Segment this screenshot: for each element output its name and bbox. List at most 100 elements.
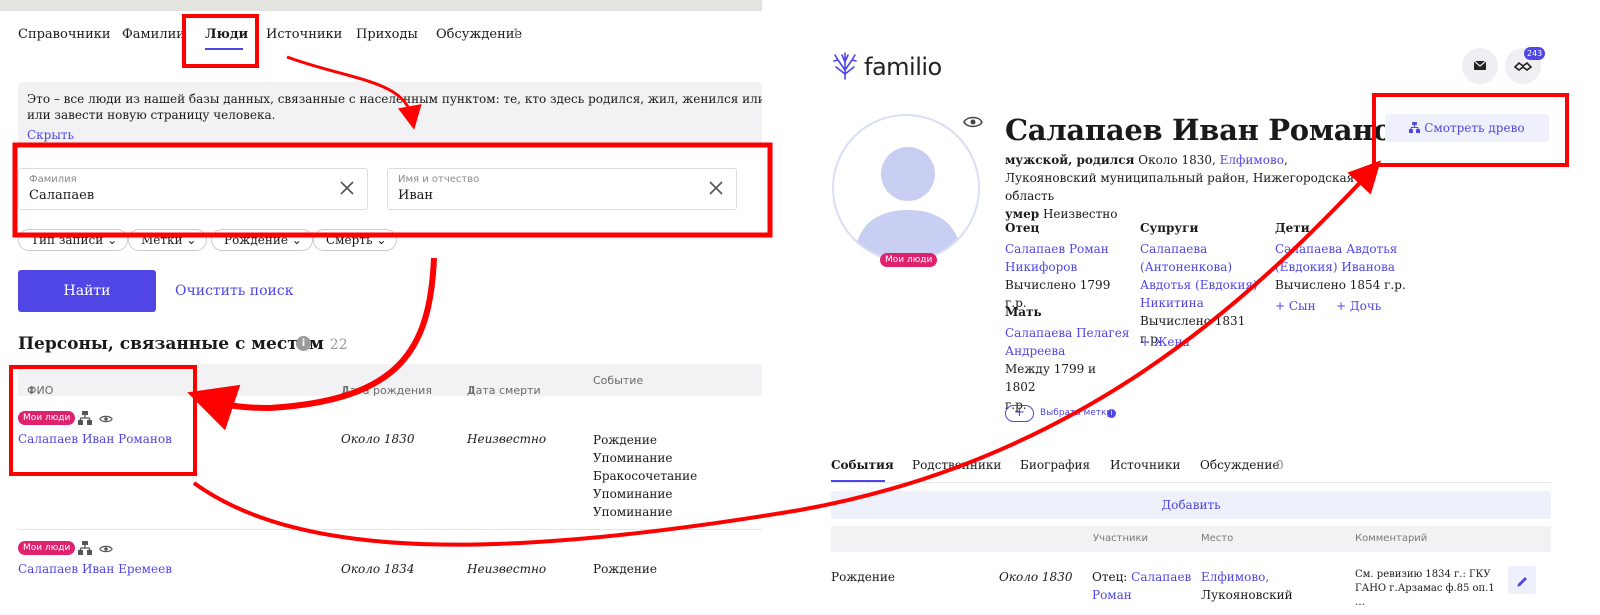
info-box: Это – все люди из нашей базы данных, свя… [18,82,762,144]
add-son-link[interactable]: + Сын [1275,299,1316,313]
person-link[interactable]: Салапаев Иван Романов [18,432,172,446]
notification-count: 243 [1524,47,1546,60]
event-item: Упоминание [593,451,673,465]
filter-birth[interactable]: Рождение ⌄ [211,229,313,251]
mother-block: Салапаева Пелагея Андреева Между 1799 и … [1005,324,1130,414]
edit-event-button[interactable] [1508,566,1536,594]
info-icon[interactable]: i [296,336,311,351]
tab-discussion[interactable]: Обсуждение [1200,458,1279,472]
tree-icon[interactable] [78,541,92,555]
person-profile-panel: familio 243 Мои люди Салапаев Иван Роман… [762,0,1600,615]
event-participants: Отец: Салапаев Роман [1092,568,1191,604]
filter-death[interactable]: Смерть ⌄ [313,229,398,251]
participant-link[interactable]: Салапаев [1131,570,1191,584]
my-people-badge: Мои люди [18,541,76,555]
tab-surnames[interactable]: Фамилии [122,27,185,42]
given-name-label: Имя и отчество [398,174,480,185]
children-heading: Дети [1275,221,1310,235]
familio-logo-icon [833,52,857,80]
spouse-link-line4[interactable]: Никитина [1140,294,1270,312]
active-tab-indicator [205,48,243,50]
father-link[interactable]: Салапаев Роман [1005,240,1135,258]
eye-icon[interactable] [99,412,113,426]
active-tab-indicator [831,480,885,482]
add-wife-link[interactable]: + Жена [1140,335,1190,349]
find-button[interactable]: Найти [18,270,156,312]
child-link[interactable]: Салапаева Авдотья [1275,240,1415,258]
person-name: Салапаев Иван Романов [1005,113,1413,147]
event-place-link[interactable]: Елфимово, [1201,570,1269,584]
father-heading: Отец [1005,221,1040,235]
tab-directories[interactable]: Справочники [18,27,111,42]
mail-button[interactable] [1462,48,1498,84]
section-title-text: Персоны, связанные с местом [18,334,324,354]
tab-people[interactable]: Люди [205,27,248,42]
death-date: Неизвестно [467,562,547,576]
tab-relatives[interactable]: Родственники [912,458,1001,472]
col-place: Место [1201,533,1234,544]
hide-link[interactable]: Скрыть [27,128,74,142]
tab-sources[interactable]: Источники [1110,458,1180,472]
add-tag-button[interactable]: + [1005,405,1034,422]
spouse-link[interactable]: Салапаева [1140,240,1270,258]
clear-search-link[interactable]: Очистить поиск [175,283,293,299]
add-event-button[interactable]: Добавить [831,491,1551,519]
event-comment: См. ревизию 1834 г.: ГКУ ГАНО г.Арзамас … [1355,568,1495,610]
tab-events[interactable]: События [831,458,894,472]
info-icon[interactable]: i [1107,409,1116,418]
person-link[interactable]: Салапаев Иван Еремеев [18,562,172,576]
comment-line-2: ГАНО г.Арзамас ф.85 оп.1 [1355,583,1495,594]
spouse-link-line2[interactable]: (Антоненкова) [1140,258,1270,276]
given-name-field[interactable]: Имя и отчество Иван [387,168,737,210]
clear-given-name-icon[interactable] [708,180,724,196]
eye-icon[interactable] [963,115,983,129]
spouse-link-line3[interactable]: Авдотья (Евдокия) [1140,276,1270,294]
section-count: 22 [329,337,348,353]
birth-date: Около 1830 [341,432,415,446]
info-text: Это – все люди из нашей базы данных, свя… [27,91,762,123]
events-table-header: Участники Место Комментарий [831,526,1551,552]
participant-link-line2[interactable]: Роман [1092,588,1132,602]
mother-link-line2[interactable]: Андреева [1005,342,1130,360]
tab-discussion[interactable]: Обсуждение [436,27,522,42]
surname-label: Фамилия [29,174,77,185]
filter-death-label: Смерть [326,233,373,247]
pencil-icon [1517,577,1527,587]
tree-icon [1409,122,1421,133]
clear-surname-icon[interactable] [339,180,355,196]
father-link-line2[interactable]: Никифоров [1005,258,1135,276]
death-date: Неизвестно [467,432,547,446]
filter-tags[interactable]: Метки ⌄ [128,229,208,251]
col-event: Событие [593,374,644,387]
view-tree-button[interactable]: Смотреть древо [1385,114,1549,142]
col-participants: Участники [1093,533,1149,544]
filter-record-type-label: Тип записи [31,233,104,247]
surname-value[interactable]: Салапаев [29,188,94,203]
add-daughter-link[interactable]: + Дочь [1336,299,1381,313]
brand-name[interactable]: familio [864,53,942,81]
info-line-2: или завести новую страницу человека. [27,108,276,122]
mother-heading: Мать [1005,305,1042,319]
child-link-line2[interactable]: (Евдокия) Иванова [1275,258,1415,276]
birth-place-link[interactable]: Елфимово [1220,153,1284,167]
eye-icon[interactable] [99,542,113,556]
avatar[interactable] [832,114,980,262]
row-divider [18,529,762,530]
tab-biography[interactable]: Биография [1020,458,1090,472]
mother-link[interactable]: Салапаева Пелагея [1005,324,1130,342]
view-tree-label: Смотреть древо [1424,121,1525,135]
my-people-badge: Мои люди [880,253,938,267]
tab-sources[interactable]: Источники [266,27,342,42]
event-item: Упоминание [593,487,673,501]
chevron-down-icon: ⌄ [376,233,387,247]
given-name-value[interactable]: Иван [398,188,433,203]
child-date: Вычислено 1854 г.р. [1275,278,1406,292]
mother-date: Между 1799 и 1802 [1005,362,1097,394]
surname-field[interactable]: Фамилия Салапаев [18,168,368,210]
tree-icon[interactable] [78,411,92,425]
tab-parishes[interactable]: Приходы [356,27,418,42]
choose-tag-label[interactable]: Выбрать метку [1040,408,1112,418]
spouses-heading: Супруги [1140,221,1199,235]
spouses-block: Салапаева (Антоненкова) Авдотья (Евдокия… [1140,240,1270,348]
filter-record-type[interactable]: Тип записи ⌄ [18,229,129,251]
